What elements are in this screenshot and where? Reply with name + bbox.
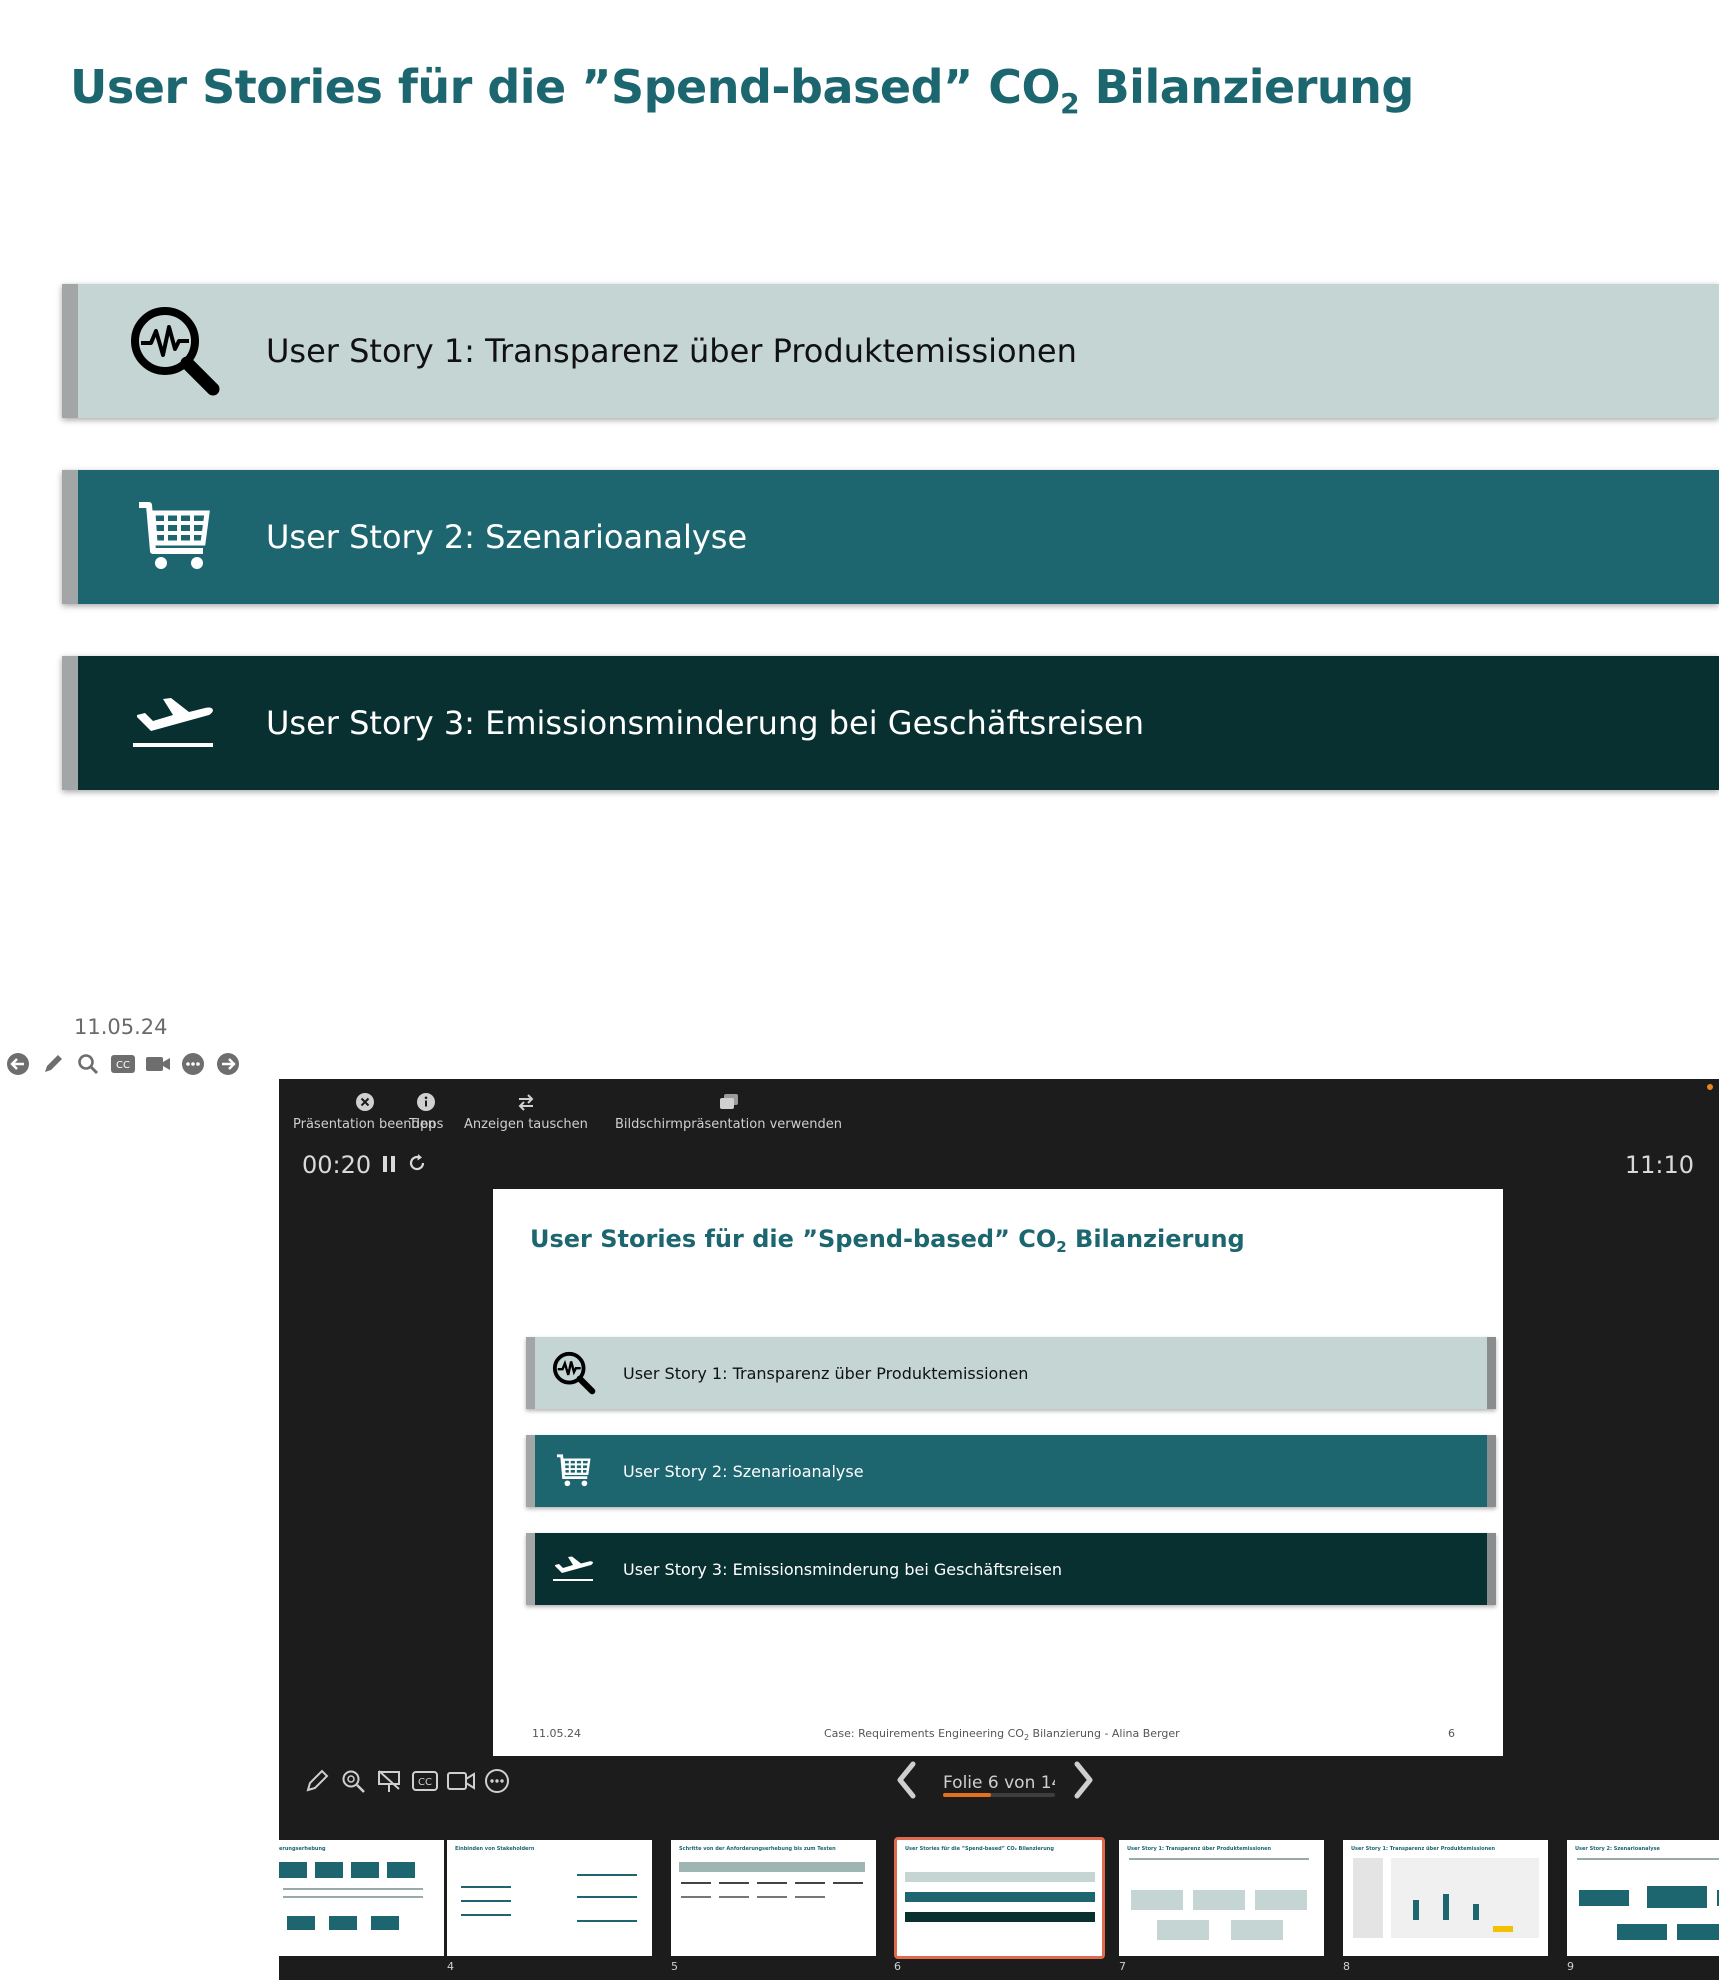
camera-button[interactable] [144,1050,171,1077]
presenter-view: Präsentation beenden Tipps Anzeigen taus… [279,1079,1719,1980]
recording-indicator [1707,1084,1713,1090]
user-story-row-3: User Story 3: Emissionsminderung bei Ges… [62,656,1719,790]
chevron-left-icon[interactable] [895,1761,917,1803]
close-circle-icon [355,1091,375,1113]
preview-footer-date: 11.05.24 [532,1727,581,1740]
current-slide-preview: User Stories für die ”Spend-based” CO2 B… [493,1189,1503,1756]
swap-arrows-icon [516,1091,536,1113]
slide-progress-bar [943,1793,1055,1797]
screens-icon [718,1091,740,1113]
preview-story-row-3: User Story 3: Emissionsminderung bei Ges… [526,1533,1496,1605]
pen-tool-button[interactable] [302,1766,332,1796]
slideshow-mini-toolbar: CC [4,1050,241,1077]
tips-button[interactable]: Tipps [409,1091,443,1132]
current-time: 11:10 [1624,1151,1694,1179]
subtitles-button[interactable]: CC [109,1050,136,1077]
shopping-cart-icon [120,499,230,575]
user-story-2-label: User Story 2: Szenarioanalyse [266,518,748,556]
swap-displays-button[interactable]: Anzeigen tauschen [464,1091,588,1132]
slide-thumbnail-strip: erungserhebung Einbinden von Stakeholder… [279,1831,1719,1980]
presenter-tools: CC [302,1766,512,1796]
info-icon [416,1091,436,1113]
slide-thumbnail[interactable]: User Story 2: Szenarioanalyse [1567,1840,1719,1956]
user-story-3-label: User Story 3: Emissionsminderung bei Ges… [266,704,1145,742]
thumbnail-number: 6 [894,1960,901,1973]
preview-story-1-label: User Story 1: Transparenz über Produktem… [623,1363,1029,1383]
thumbnail-number: 8 [1343,1960,1350,1973]
user-story-1-label: User Story 1: Transparenz über Produktem… [266,332,1077,370]
thumbnail-number: 4 [447,1960,454,1973]
previous-slide-button[interactable] [4,1050,31,1077]
magnifier-pulse-icon [549,1350,599,1396]
slide-thumbnail[interactable]: User Story 1: Transparenz über Produktem… [1343,1840,1548,1956]
next-slide-button[interactable] [214,1050,241,1077]
slide-thumbnail-current[interactable]: User Stories für die ”Spend-based” CO₂ B… [894,1837,1105,1959]
preview-story-row-2: User Story 2: Szenarioanalyse [526,1435,1496,1507]
chevron-right-icon[interactable] [1073,1761,1095,1803]
pen-tool-button[interactable] [39,1050,66,1077]
shopping-cart-icon [549,1453,599,1489]
zoom-button[interactable] [74,1050,101,1077]
subtitles-button[interactable]: CC [410,1766,440,1796]
thumbnail-number: 5 [671,1960,678,1973]
thumbnail-number: 7 [1119,1960,1126,1973]
slide-counter: Folie 6 von 14 [935,1763,1055,1801]
airplane-takeoff-icon [120,693,230,753]
more-options-button[interactable] [482,1766,512,1796]
user-story-row-1: User Story 1: Transparenz über Produktem… [62,284,1719,418]
preview-story-3-label: User Story 3: Emissionsminderung bei Ges… [623,1559,1063,1579]
svg-text:CC: CC [116,1060,130,1071]
user-story-row-2: User Story 2: Szenarioanalyse [62,470,1719,604]
use-slideshow-button[interactable]: Bildschirmpräsentation verwenden [615,1091,842,1132]
preview-story-row-1: User Story 1: Transparenz über Produktem… [526,1337,1496,1409]
preview-footer-case: Case: Requirements Engineering CO2 Bilan… [824,1727,1180,1743]
svg-text:CC: CC [418,1777,432,1788]
slide-thumbnail[interactable]: erungserhebung [279,1840,444,1956]
more-options-button[interactable] [179,1050,206,1077]
thumbnail-number: 9 [1567,1960,1574,1973]
slide-title: User Stories für die ”Spend-based” CO2 B… [70,60,1414,120]
elapsed-timer: 00:20 [302,1151,427,1179]
reset-timer-icon[interactable] [407,1151,427,1179]
preview-slide-title: User Stories für die ”Spend-based” CO2 B… [530,1225,1245,1256]
slide-thumbnail[interactable]: User Story 1: Transparenz über Produktem… [1119,1840,1324,1956]
preview-footer-page: 6 [1448,1727,1455,1740]
slide-thumbnail[interactable]: Einbinden von Stakeholdern [447,1840,652,1956]
camera-button[interactable] [446,1766,476,1796]
airplane-takeoff-icon [549,1554,599,1584]
slide-navigation: Folie 6 von 14 [895,1761,1095,1803]
preview-story-2-label: User Story 2: Szenarioanalyse [623,1461,864,1481]
magnifier-pulse-icon [120,303,230,399]
zoom-button[interactable] [338,1766,368,1796]
slide-progress-fill [943,1793,992,1797]
pause-icon[interactable] [381,1151,397,1179]
slide-date: 11.05.24 [74,1015,168,1039]
slide-thumbnail[interactable]: Schritte von der Anforderungserhebung bi… [671,1840,876,1956]
blackout-screen-button[interactable] [374,1766,404,1796]
